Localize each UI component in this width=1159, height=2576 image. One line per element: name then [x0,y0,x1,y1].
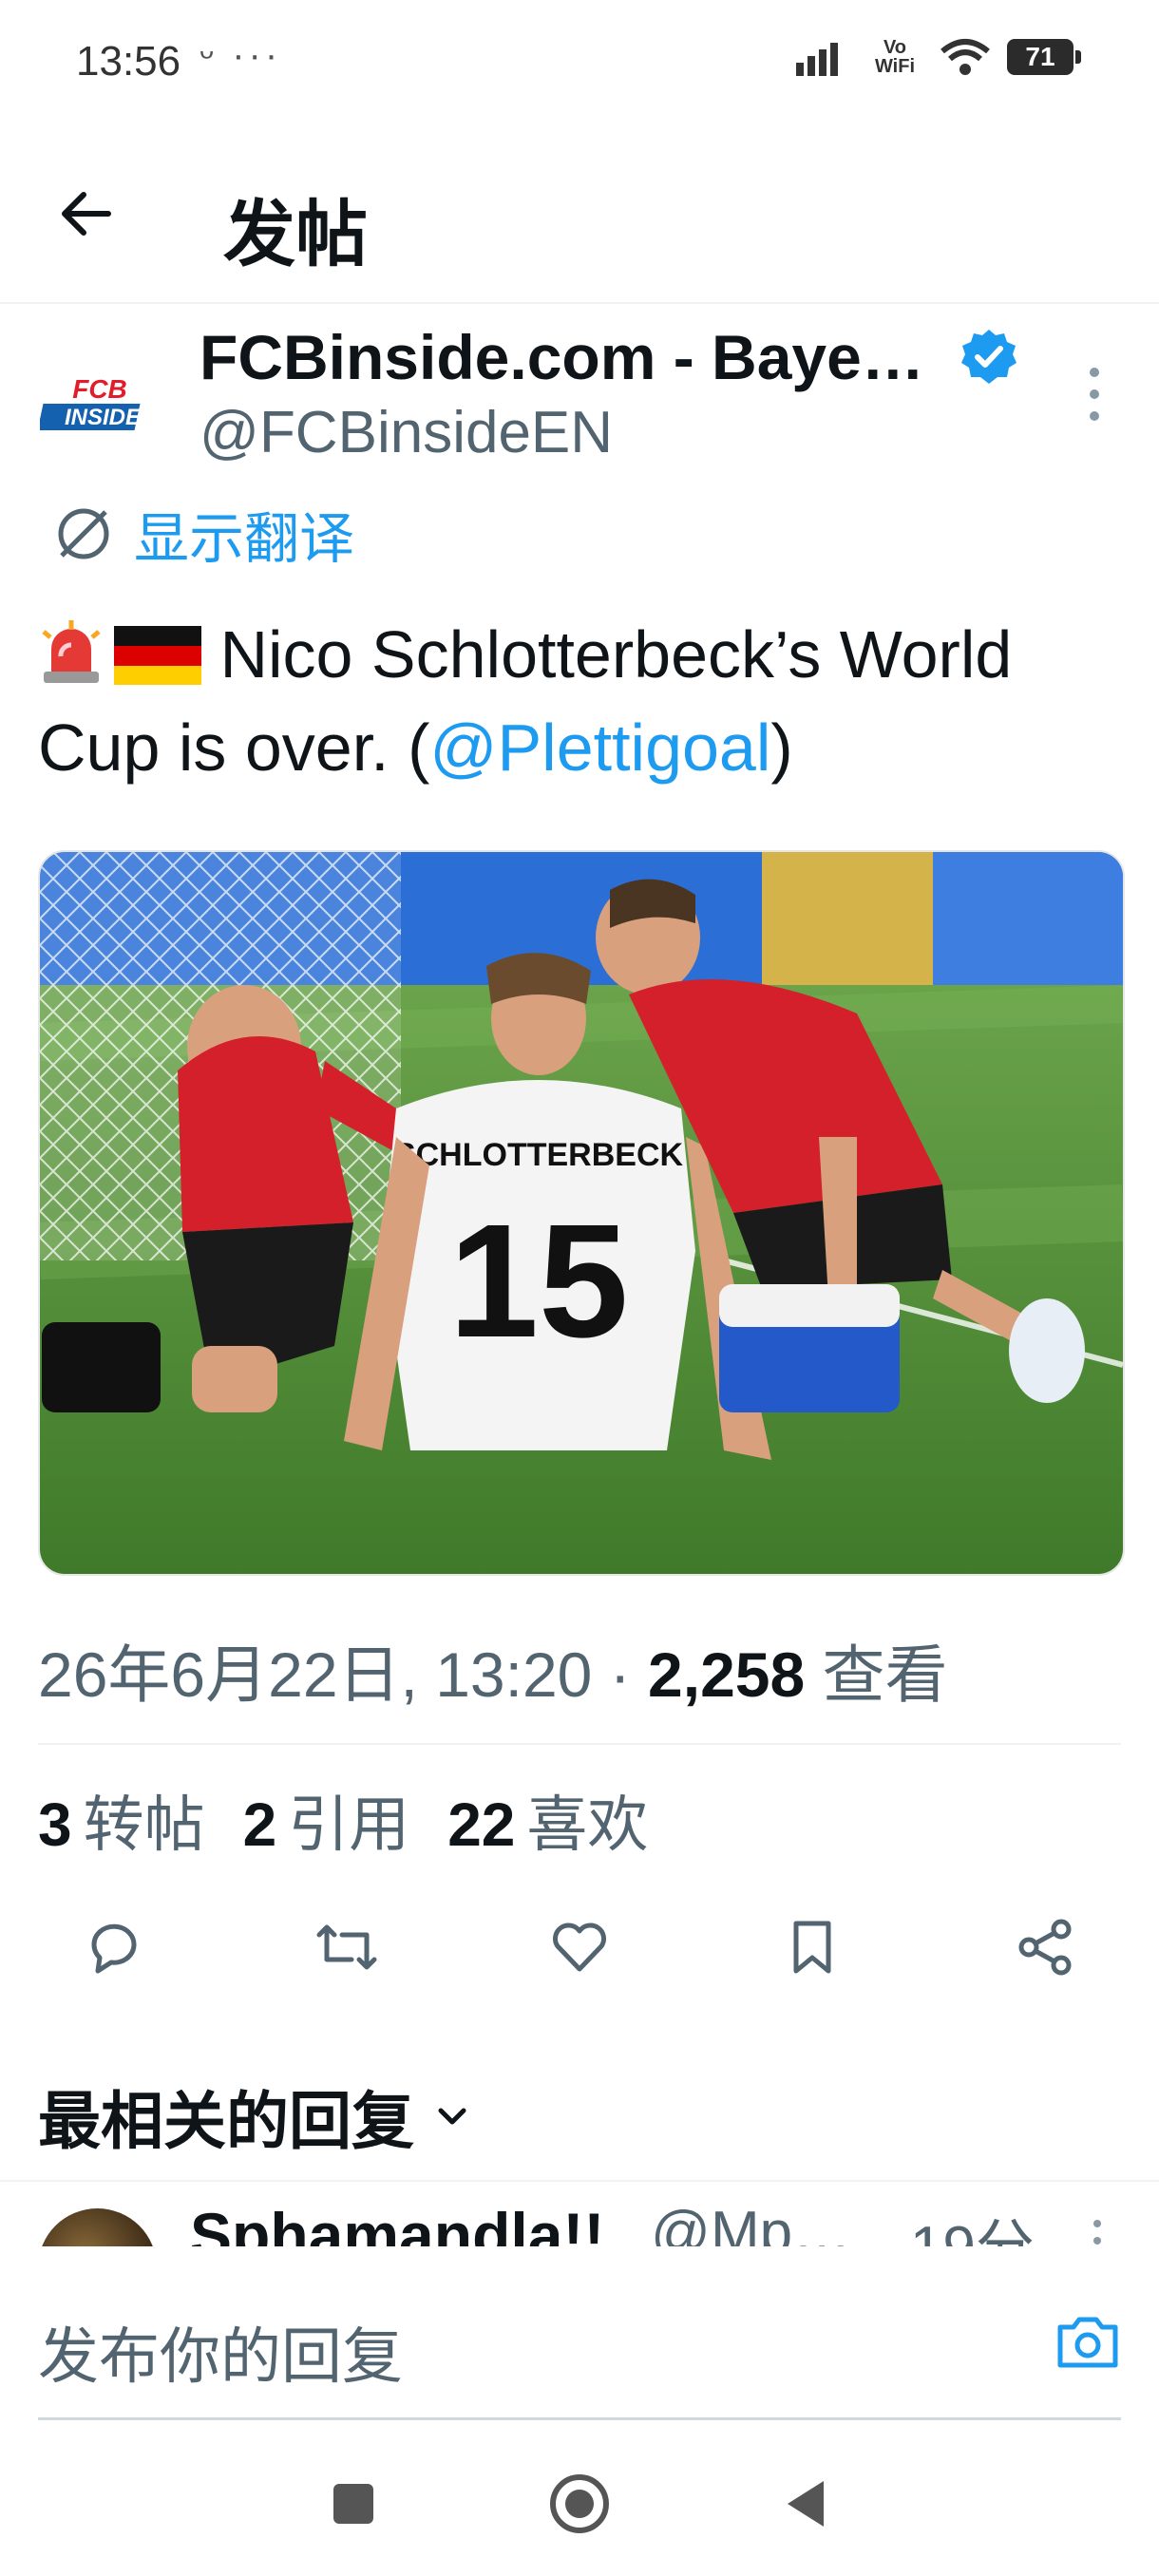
recents-icon[interactable] [330,2480,377,2528]
wifi-icon [940,39,990,75]
meta-divider [38,1743,1121,1745]
chevron-down-icon [438,2108,466,2125]
logo-text-bottom: INSIDE [65,405,142,430]
action-bar [38,1909,1121,1985]
vowifi-label: Vo WiFi [874,37,916,77]
replies-sort-dropdown[interactable]: 最相关的回复 [38,2071,469,2162]
stat-retweets[interactable]: 3 转帖 [38,1776,205,1864]
reply-composer[interactable]: 发布你的回复 [38,2275,1121,2420]
like-button[interactable] [542,1909,618,1985]
stat-label: 转帖 [83,1790,205,1859]
views-count: 2,258 [648,1639,806,1710]
battery-indicator: 71 [1007,39,1081,75]
signal-icon [796,43,838,76]
share-button[interactable] [1007,1909,1083,1985]
more-options-icon[interactable] [1083,361,1106,427]
author-handle[interactable]: @FCBinsideEN [200,399,613,466]
page-title: 发帖 [223,195,368,275]
stat-count: 22 [447,1790,516,1859]
header-divider [0,302,1159,304]
stat-count: 3 [38,1790,72,1859]
arrow-left-icon [62,192,111,236]
reply-icon [91,1923,137,1974]
author-name[interactable]: FCBinside.com - Baye… [200,321,924,393]
home-icon[interactable] [548,2472,611,2535]
status-extra-icons: ᵕ ··· [200,34,282,76]
retweet-button[interactable] [309,1909,385,1985]
camera-icon[interactable] [1054,2308,1121,2375]
tweet-media-image[interactable]: SCHLOTTERBECK 15 [38,850,1125,1576]
tweet-meta: 26年6月22日, 13:20 · 2,258 查看 [38,1624,948,1715]
fcbinside-logo: FCB INSIDE [37,373,152,434]
jersey-name: SCHLOTTERBECK [394,1137,684,1173]
author-avatar[interactable]: FCB INSIDE [37,366,159,442]
reply-input[interactable]: 发布你的回复 [38,2308,403,2396]
verified-badge-icon [961,330,1016,384]
siren-emoji-icon [42,620,101,683]
reply-author-name[interactable]: Sphamandla!! [190,2199,604,2246]
reply-more-icon[interactable] [1088,2218,1107,2246]
back-nav-icon[interactable] [782,2477,829,2530]
reply-button[interactable] [76,1909,152,1985]
reply-author-handle: @Mp… [651,2200,852,2246]
tweet-text: Nico Schlotterbeck’s World Cup is over. … [38,608,1121,794]
status-time: 13:56 [76,38,181,85]
stat-likes[interactable]: 22 喜欢 [447,1776,648,1864]
reply-time: · 19分 [874,2199,1035,2246]
system-nav-bar [0,2432,1159,2576]
tweet-stats: 3 转帖 2 引用 22 喜欢 [38,1776,648,1864]
views-label: 查看 [805,1639,948,1710]
bookmark-button[interactable] [774,1909,850,1985]
back-button[interactable] [52,180,119,247]
germany-flag-icon [114,626,201,685]
translate-label: 显示翻译 [134,508,355,570]
stat-label: 引用 [288,1790,410,1859]
reply-item[interactable]: Sphamandla!! @Mp… · 19分 [0,2180,1159,2246]
translate-icon [58,508,109,559]
like-icon [553,1923,606,1972]
share-icon [1018,1919,1072,1976]
stat-quotes[interactable]: 2 引用 [243,1776,410,1864]
logo-text-top: FCB [72,374,127,404]
replies-title: 最相关的回复 [38,2086,414,2156]
status-right-group: Vo WiFi 71 [796,37,1081,77]
stat-count: 2 [242,1790,277,1859]
translate-link[interactable]: 显示翻译 [52,494,354,574]
retweet-icon [316,1924,377,1970]
stat-label: 喜欢 [526,1790,649,1859]
tweet-text-close: ) [770,710,793,785]
bookmark-icon [793,1921,831,1974]
reply-avatar[interactable] [38,2208,157,2246]
tweet-timestamp: 26年6月22日, 13:20 · [38,1639,649,1710]
jersey-number: 15 [448,1191,628,1372]
mention-link[interactable]: @Plettigoal [429,710,770,785]
